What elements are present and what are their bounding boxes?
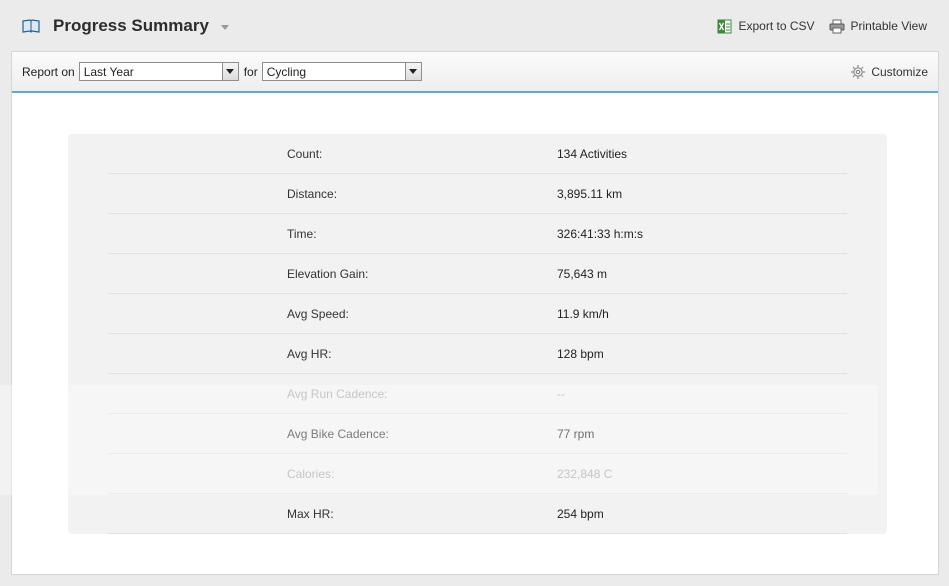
summary-row-time: Time: 326:41:33 h:m:s — [108, 214, 847, 254]
report-toolbar: Report on Last Year for Cycling Customiz… — [12, 52, 938, 93]
page-title: Progress Summary — [53, 16, 209, 35]
summary-row-elevation-gain: Elevation Gain: 75,643 m — [108, 254, 847, 294]
summary-row-avg-hr: Avg HR: 128 bpm — [108, 334, 847, 374]
export-csv-button[interactable]: Export to CSV — [717, 19, 815, 34]
for-label: for — [243, 64, 258, 79]
summary-label: Distance: — [287, 187, 338, 201]
summary-label: Avg Bike Cadence: — [287, 427, 389, 441]
summary-label: Calories: — [287, 467, 335, 481]
summary-table: Count: 134 Activities Distance: 3,895.11… — [68, 134, 887, 534]
book-icon — [22, 19, 40, 33]
summary-label: Time: — [287, 227, 317, 241]
summary-row-max-hr: Max HR: 254 bpm — [108, 494, 847, 534]
summary-value: 254 bpm — [557, 507, 604, 521]
printable-view-button[interactable]: Printable View — [829, 19, 928, 34]
period-select[interactable]: Last Year — [78, 62, 239, 81]
export-csv-label: Export to CSV — [738, 19, 815, 33]
summary-row-avg-bike-cadence: Avg Bike Cadence: 77 rpm — [108, 414, 847, 454]
summary-value: 232,848 C — [557, 467, 613, 481]
summary-value: 11.9 km/h — [557, 307, 609, 321]
chevron-down-icon[interactable] — [220, 24, 229, 30]
period-select-value: Last Year — [83, 64, 134, 79]
summary-value: -- — [557, 387, 565, 401]
summary-label: Max HR: — [287, 507, 334, 521]
summary-row-count: Count: 134 Activities — [108, 134, 847, 174]
summary-row-avg-speed: Avg Speed: 11.9 km/h — [108, 294, 847, 334]
summary-label: Avg Run Cadence: — [287, 387, 388, 401]
summary-row-avg-run-cadence: Avg Run Cadence: -- — [108, 374, 847, 414]
activity-select[interactable]: Cycling — [261, 62, 422, 81]
summary-value: 77 rpm — [557, 427, 595, 441]
printable-view-label: Printable View — [850, 19, 928, 33]
chevron-down-icon[interactable] — [221, 63, 238, 80]
summary-label: Elevation Gain: — [287, 267, 369, 281]
summary-label: Count: — [287, 147, 323, 161]
activity-select-value: Cycling — [266, 64, 307, 79]
gear-icon — [851, 64, 866, 79]
header-actions: Export to CSV Printable View — [717, 19, 927, 34]
summary-value: 134 Activities — [557, 147, 628, 161]
report-panel: Report on Last Year for Cycling Customiz… — [11, 51, 939, 575]
customize-button[interactable]: Customize — [850, 64, 928, 80]
summary-value: 326:41:33 h:m:s — [557, 227, 644, 241]
summary-label: Avg HR: — [287, 347, 332, 361]
summary-value: 3,895.11 km — [557, 187, 623, 201]
summary-value: 128 bpm — [557, 347, 604, 361]
printer-icon — [829, 19, 844, 33]
summary-row-distance: Distance: 3,895.11 km — [108, 174, 847, 214]
customize-label: Customize — [871, 64, 928, 79]
summary-label: Avg Speed: — [287, 307, 349, 321]
summary-value: 75,643 m — [557, 267, 608, 281]
page-header: Progress Summary Export to CSV Printable… — [0, 0, 949, 52]
chevron-down-icon[interactable] — [404, 63, 421, 80]
summary-row-calories: Calories: 232,848 C — [108, 454, 847, 494]
excel-icon — [717, 19, 732, 33]
report-on-label: Report on — [22, 64, 75, 79]
